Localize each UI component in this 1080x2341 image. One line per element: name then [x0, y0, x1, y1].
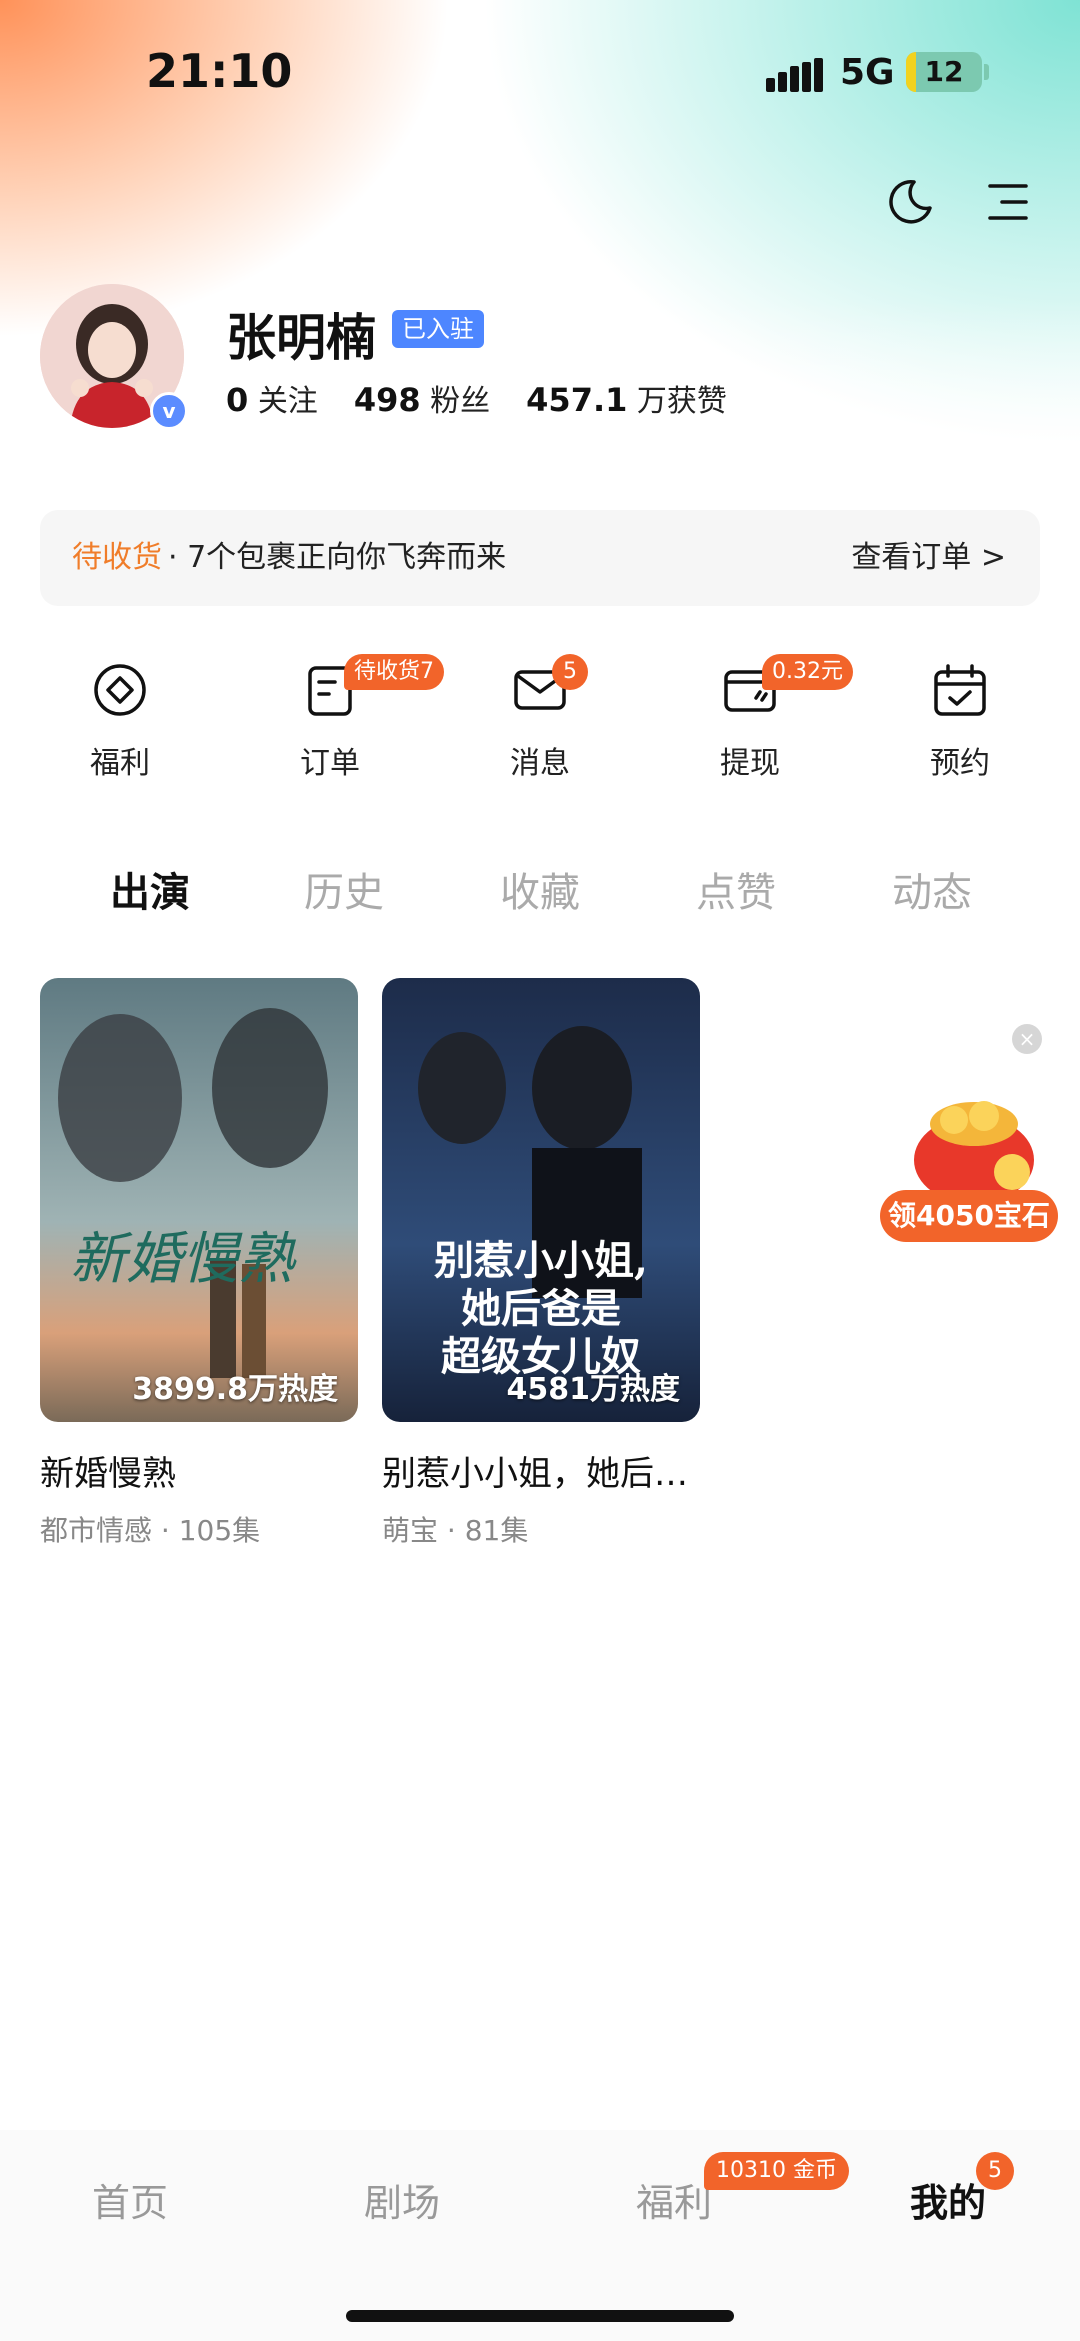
quick-action-reserve[interactable]: 预约: [890, 656, 1030, 781]
nav-theater[interactable]: 剧场: [364, 2172, 440, 2227]
following-stat[interactable]: 0 关注: [226, 381, 318, 419]
quick-action-message[interactable]: 消息: [470, 656, 610, 781]
tab-updates[interactable]: 动态: [892, 860, 972, 918]
quick-action-welfare[interactable]: 福利: [50, 656, 190, 781]
likes-stat: 457.1 万获赞: [526, 381, 727, 419]
profile-stats: 0 关注 498 粉丝 457.1 万获赞: [226, 376, 727, 420]
claim-gems-button[interactable]: 领4050宝石: [880, 1190, 1058, 1242]
drama-meta: 萌宝 · 81集: [382, 1514, 529, 1547]
verified-badge: v: [150, 392, 188, 430]
nav-home[interactable]: 首页: [92, 2172, 168, 2227]
moon-icon[interactable]: [884, 176, 936, 228]
drama-title: 别惹小小姐，她后…: [382, 1454, 688, 1494]
quick-action-label: 福利: [90, 746, 150, 781]
drama-card[interactable]: 新婚慢熟 3899.8万热度 新婚慢熟 都市情感 · 105集: [40, 978, 358, 1549]
withdraw-badge: 0.32元: [762, 654, 853, 690]
drama-card[interactable]: 别惹小小姐, 她后爸是 超级女儿奴 4581万热度 别惹小小姐，她后… 萌宝 ·…: [382, 978, 700, 1549]
order-banner[interactable]: 待收货 · 7个包裹正向你飞奔而来 查看订单 >: [40, 510, 1040, 606]
drama-title: 新婚慢熟: [40, 1454, 176, 1494]
order-status: 待收货: [72, 540, 162, 575]
calendar-icon: [934, 664, 986, 716]
order-text: · 7个包裹正向你飞奔而来: [168, 540, 507, 575]
network-label: 5G: [840, 52, 895, 93]
tab-favorites[interactable]: 收藏: [500, 860, 580, 918]
heat-count: 3899.8万热度: [132, 1372, 338, 1407]
signal-icon: [766, 58, 824, 92]
message-badge: 5: [552, 654, 588, 690]
coin-icon: [94, 664, 146, 716]
order-badge: 待收货7: [344, 654, 444, 690]
battery-level: 12: [924, 55, 964, 88]
quick-action-label: 提现: [720, 746, 780, 781]
view-orders-link[interactable]: 查看订单 >: [851, 510, 1006, 606]
tab-history[interactable]: 历史: [304, 860, 384, 918]
status-time: 21:10: [146, 44, 293, 98]
poster-title-line: 她后爸是: [461, 1285, 621, 1332]
menu-icon[interactable]: [984, 176, 1036, 228]
tab-likes[interactable]: 点赞: [696, 860, 776, 918]
drama-poster[interactable]: 别惹小小姐, 她后爸是 超级女儿奴 4581万热度: [382, 978, 700, 1422]
battery-icon: 12: [906, 52, 982, 92]
drama-meta: 都市情感 · 105集: [40, 1514, 261, 1547]
gem-bag-icon[interactable]: [900, 1076, 1048, 1206]
tab-acting[interactable]: 出演: [110, 860, 190, 918]
quick-action-label: 订单: [300, 746, 360, 781]
nav-welfare[interactable]: 福利: [636, 2172, 712, 2227]
poster-title-line: 别惹小小姐,: [434, 1237, 648, 1284]
profile-name: 张明楠: [226, 309, 376, 367]
quick-action-label: 消息: [510, 746, 570, 781]
mine-badge: 5: [976, 2152, 1014, 2190]
home-indicator: [346, 2310, 734, 2322]
poster-title-text: 新婚慢熟: [70, 1227, 297, 1292]
drama-poster[interactable]: 新婚慢熟 3899.8万热度: [40, 978, 358, 1422]
fans-stat[interactable]: 498 粉丝: [354, 381, 490, 419]
heat-count: 4581万热度: [506, 1372, 681, 1407]
coins-badge: 10310 金币: [704, 2152, 849, 2190]
settled-tag: 已入驻: [392, 310, 484, 348]
quick-action-label: 预约: [930, 746, 990, 781]
battery-tip: [984, 64, 989, 80]
nav-mine[interactable]: 我的: [910, 2172, 986, 2227]
promo-close-icon[interactable]: ×: [1012, 1024, 1042, 1054]
